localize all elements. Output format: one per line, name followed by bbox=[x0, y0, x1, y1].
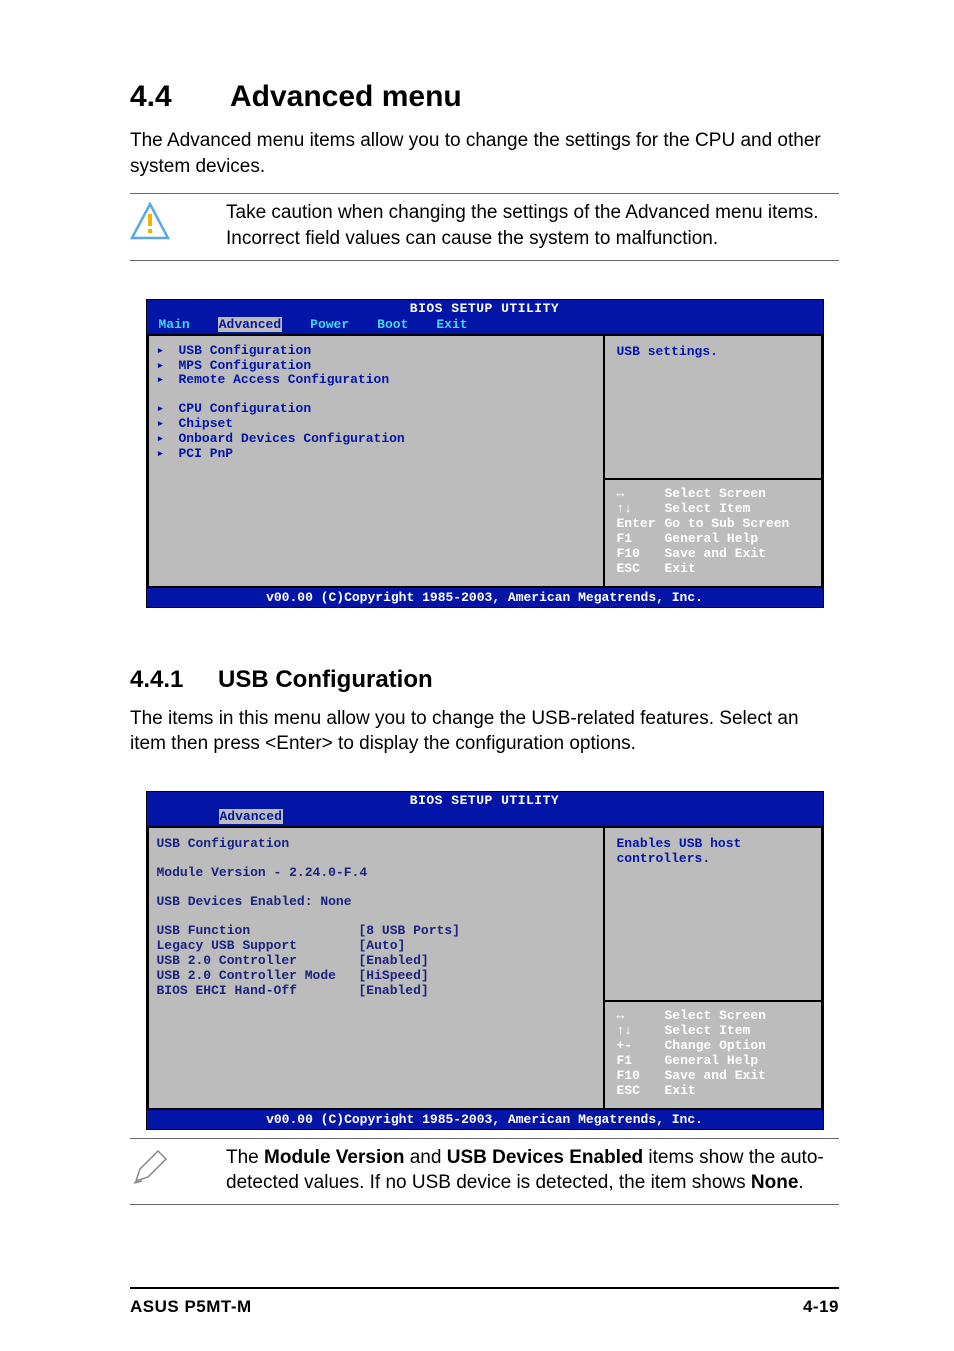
note-callout: The Module Version and USB Devices Enabl… bbox=[130, 1138, 839, 1205]
caution-text: Take caution when changing the settings … bbox=[226, 200, 839, 251]
section-title: Advanced menu bbox=[230, 80, 462, 113]
bios-tab-main: Main bbox=[159, 317, 190, 332]
bios-tab-advanced: Advanced bbox=[218, 317, 282, 332]
bios-option-row: Legacy USB Support[Auto] bbox=[157, 938, 593, 953]
bios-screenshot-usb: BIOS SETUP UTILITY Advanced USB Configur… bbox=[146, 791, 824, 1130]
submenu-arrow-icon: ▸ bbox=[157, 373, 167, 388]
section-heading: 4.4Advanced menu bbox=[130, 80, 839, 114]
subsection-heading: 4.4.1USB Configuration bbox=[130, 666, 839, 694]
submenu-arrow-icon: ▸ bbox=[157, 359, 167, 374]
submenu-arrow-icon: ▸ bbox=[157, 432, 167, 447]
bios-option-row: USB Function[8 USB Ports] bbox=[157, 923, 593, 938]
section-number: 4.4 bbox=[130, 80, 230, 114]
submenu-arrow-icon: ▸ bbox=[157, 344, 167, 359]
bios-option-row: USB 2.0 Controller Mode[HiSpeed] bbox=[157, 968, 593, 983]
bios-devices-enabled: USB Devices Enabled: None bbox=[157, 894, 593, 909]
bios-module-version: Module Version - 2.24.0-F.4 bbox=[157, 865, 593, 880]
footer-page-number: 4-19 bbox=[803, 1297, 839, 1317]
bios-left-pane: ▸USB Configuration ▸MPS Configuration ▸R… bbox=[147, 334, 605, 588]
bios-tab-boot: Boot bbox=[377, 317, 408, 332]
bios-tab-exit: Exit bbox=[436, 317, 467, 332]
bios-item: ▸Onboard Devices Configuration bbox=[157, 432, 593, 447]
bios-keyhints: ↔Select Screen ↑↓Select Item EnterGo to … bbox=[605, 480, 823, 588]
caution-callout: Take caution when changing the settings … bbox=[130, 193, 839, 260]
note-text: The Module Version and USB Devices Enabl… bbox=[226, 1145, 839, 1196]
subsection-number: 4.4.1 bbox=[130, 666, 218, 694]
section-intro: The Advanced menu items allow you to cha… bbox=[130, 128, 839, 179]
submenu-arrow-icon: ▸ bbox=[157, 447, 167, 462]
bios-item: ▸PCI PnP bbox=[157, 447, 593, 462]
bios-screenshot-advanced: BIOS SETUP UTILITY Main Advanced Power B… bbox=[146, 299, 824, 608]
page-footer: ASUS P5MT-M 4-19 bbox=[130, 1287, 839, 1317]
bios-help-description: USB settings. bbox=[605, 334, 823, 480]
bios-help-description: Enables USB host controllers. bbox=[605, 826, 823, 1002]
bios-copyright: v00.00 (C)Copyright 1985-2003, American … bbox=[147, 1110, 823, 1129]
pencil-note-icon bbox=[130, 1147, 170, 1187]
footer-product: ASUS P5MT-M bbox=[130, 1297, 252, 1317]
bios-tabbar: Advanced bbox=[147, 809, 823, 826]
caution-icon bbox=[130, 202, 170, 242]
bios-right-pane: USB settings. ↔Select Screen ↑↓Select It… bbox=[605, 334, 823, 588]
bios-title: BIOS SETUP UTILITY bbox=[147, 792, 823, 809]
bios-option-row: USB 2.0 Controller[Enabled] bbox=[157, 953, 593, 968]
bios-left-pane: USB Configuration Module Version - 2.24.… bbox=[147, 826, 605, 1110]
bios-copyright: v00.00 (C)Copyright 1985-2003, American … bbox=[147, 588, 823, 607]
bios-title: BIOS SETUP UTILITY bbox=[147, 300, 823, 317]
bios-item: ▸USB Configuration bbox=[157, 344, 593, 359]
bios-keyhints: ↔Select Screen ↑↓Select Item +-Change Op… bbox=[605, 1002, 823, 1110]
subsection-title: USB Configuration bbox=[218, 666, 433, 693]
bios-item: ▸Chipset bbox=[157, 417, 593, 432]
bios-tab-advanced: Advanced bbox=[219, 809, 283, 824]
bios-option-row: BIOS EHCI Hand-Off[Enabled] bbox=[157, 983, 593, 998]
bios-right-pane: Enables USB host controllers. ↔Select Sc… bbox=[605, 826, 823, 1110]
bios-item: ▸CPU Configuration bbox=[157, 402, 593, 417]
bios-item: ▸Remote Access Configuration bbox=[157, 373, 593, 388]
submenu-arrow-icon: ▸ bbox=[157, 402, 167, 417]
bios-item: ▸MPS Configuration bbox=[157, 359, 593, 374]
subsection-intro: The items in this menu allow you to chan… bbox=[130, 706, 839, 757]
bios-tabbar: Main Advanced Power Boot Exit bbox=[147, 317, 823, 334]
submenu-arrow-icon: ▸ bbox=[157, 417, 167, 432]
bios-tab-power: Power bbox=[310, 317, 349, 332]
bios-page-header: USB Configuration bbox=[157, 836, 593, 851]
